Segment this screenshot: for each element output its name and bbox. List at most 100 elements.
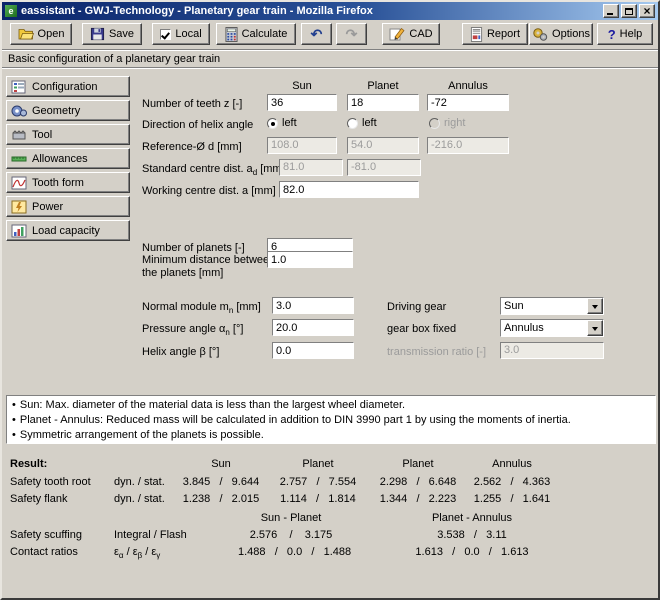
safety-tooth-root-row: Safety tooth root dyn. / stat. 3.845 / 9… — [2, 476, 658, 490]
helix-left-planet-radio[interactable]: left — [347, 116, 377, 130]
sidebar-item-label: Configuration — [32, 81, 97, 93]
local-toggle-button[interactable]: Local — [152, 23, 210, 45]
helix-angle-input[interactable] — [272, 342, 354, 359]
cad-label: CAD — [409, 28, 432, 40]
helix-right-annulus-radio-label: right — [444, 117, 465, 129]
app-icon: e — [5, 5, 17, 17]
teeth-planet-input[interactable] — [347, 94, 419, 111]
bullet-icon: • — [12, 414, 16, 426]
cad-button[interactable]: CAD — [382, 23, 440, 45]
pair-header-row: Sun - Planet Planet - Annulus — [2, 512, 658, 526]
standard-centre-planet-annulus-field: -81.0 — [347, 159, 421, 176]
transmission-ratio-label: transmission ratio [-] — [387, 346, 486, 358]
pressure-angle-input[interactable] — [272, 319, 354, 336]
options-button[interactable]: Options — [529, 23, 593, 45]
helix-direction-label: Direction of helix angle — [142, 119, 253, 131]
contact-ratios-row: Contact ratios εα / εβ / εγ 1.488 / 0.0 … — [2, 546, 658, 560]
power-icon — [11, 200, 27, 214]
reference-diameter-label: Reference-Ø d [mm] — [142, 141, 242, 153]
calculate-button[interactable]: Calculate — [216, 23, 296, 45]
pressure-angle-label: Pressure angle αn [°] — [142, 323, 243, 337]
geometry-icon — [11, 104, 27, 118]
tooth-root-annulus-value: 2.562 / 4.363 — [462, 476, 562, 488]
standard-centre-sun-planet-field: 81.0 — [279, 159, 343, 176]
open-button[interactable]: Open — [10, 23, 72, 45]
checkbox-checked-icon[interactable] — [160, 29, 171, 40]
tooth-root-planet1-value: 2.757 / 7.554 — [270, 476, 366, 488]
minimize-icon — [607, 13, 613, 15]
page-heading: Basic configuration of a planetary gear … — [8, 53, 220, 65]
help-button[interactable]: ? Help — [597, 23, 653, 45]
sidebar-item-power[interactable]: Power — [6, 196, 130, 217]
result-col-planet-1: Planet — [270, 458, 366, 470]
driving-gear-value: Sun — [501, 298, 587, 314]
normal-module-input[interactable] — [272, 297, 354, 314]
pair-col-planet-annulus: Planet - Annulus — [410, 512, 534, 524]
save-label: Save — [109, 28, 134, 40]
sidebar-item-tool[interactable]: Tool — [6, 124, 130, 145]
flank-planet2-value: 1.344 / 2.223 — [370, 493, 466, 505]
sidebar-item-geometry[interactable]: Geometry — [6, 100, 130, 121]
redo-button: ↷ — [336, 23, 367, 45]
sidebar-item-tooth-form[interactable]: Tooth form — [6, 172, 130, 193]
flank-planet1-value: 1.114 / 1.814 — [270, 493, 366, 505]
helix-left-sun-radio-label: left — [282, 117, 297, 129]
sidebar-item-label: Geometry — [32, 105, 80, 117]
result-heading: Result: — [10, 458, 47, 470]
contact-ratios-label: Contact ratios — [10, 546, 78, 558]
app-icon-glyph: e — [8, 6, 13, 16]
radio-selected-icon[interactable] — [267, 118, 278, 129]
sidebar-item-allowances[interactable]: Allowances — [6, 148, 130, 169]
minimum-distance-input[interactable] — [267, 251, 353, 268]
column-header-planet: Planet — [347, 80, 419, 92]
message-line: •Planet - Annulus: Reduced mass will be … — [12, 413, 650, 428]
toolbar: Open Save Local Calculate ↶ ↷ — [2, 20, 658, 49]
calculator-icon — [225, 27, 238, 42]
save-floppy-icon — [90, 27, 105, 41]
window-controls: × — [603, 4, 655, 18]
cad-pencil-icon — [389, 27, 405, 41]
normal-module-label: Normal module mn [mm] — [142, 301, 261, 315]
close-button[interactable]: × — [639, 4, 655, 18]
report-button[interactable]: Report — [462, 23, 528, 45]
redo-icon: ↷ — [346, 27, 358, 41]
reference-sun-field: 108.0 — [267, 137, 337, 154]
radio-unselected-icon[interactable] — [347, 118, 358, 129]
tooth-root-sun-value: 3.845 / 9.644 — [174, 476, 268, 488]
minimize-button[interactable] — [603, 4, 619, 18]
open-folder-icon — [18, 27, 34, 41]
sidebar-item-configuration[interactable]: Configuration — [6, 76, 130, 97]
helix-right-annulus-radio: right — [429, 116, 465, 130]
titlebar[interactable]: e eassistant - GWJ-Technology - Planetar… — [2, 2, 658, 20]
bullet-icon: • — [12, 399, 16, 411]
radio-disabled-icon — [429, 118, 440, 129]
driving-gear-dropdown-button[interactable] — [587, 298, 603, 314]
safety-flank-row: Safety flank dyn. / stat. 1.238 / 2.015 … — [2, 493, 658, 507]
gear-box-fixed-value: Annulus — [501, 320, 587, 336]
gear-box-fixed-select[interactable]: Annulus — [500, 319, 604, 337]
teeth-sun-input[interactable] — [267, 94, 337, 111]
gear-box-fixed-dropdown-button[interactable] — [587, 320, 603, 336]
report-document-icon — [470, 27, 483, 42]
chevron-down-icon — [592, 305, 598, 312]
calculate-label: Calculate — [242, 28, 288, 40]
driving-gear-select[interactable]: Sun — [500, 297, 604, 315]
save-button[interactable]: Save — [82, 23, 142, 45]
report-label: Report — [487, 28, 520, 40]
helix-left-sun-radio[interactable]: left — [267, 116, 297, 130]
teeth-annulus-input[interactable] — [427, 94, 509, 111]
maximize-button[interactable] — [621, 4, 637, 18]
bullet-icon: • — [12, 429, 16, 441]
chevron-down-icon — [592, 327, 598, 334]
transmission-ratio-field: 3.0 — [500, 342, 604, 359]
close-icon: × — [643, 5, 650, 17]
working-centre-distance-input[interactable] — [279, 181, 419, 198]
message-line: •Sun: Max. diameter of the material data… — [12, 398, 650, 413]
number-of-planets-label: Number of planets [-] — [142, 242, 245, 254]
result-header-row: Result: Sun Planet Planet Annulus — [2, 458, 658, 472]
undo-button[interactable]: ↶ — [301, 23, 332, 45]
result-col-sun: Sun — [174, 458, 268, 470]
help-label: Help — [620, 28, 643, 40]
sidebar-item-load-capacity[interactable]: Load capacity — [6, 220, 130, 241]
column-header-sun: Sun — [267, 80, 337, 92]
